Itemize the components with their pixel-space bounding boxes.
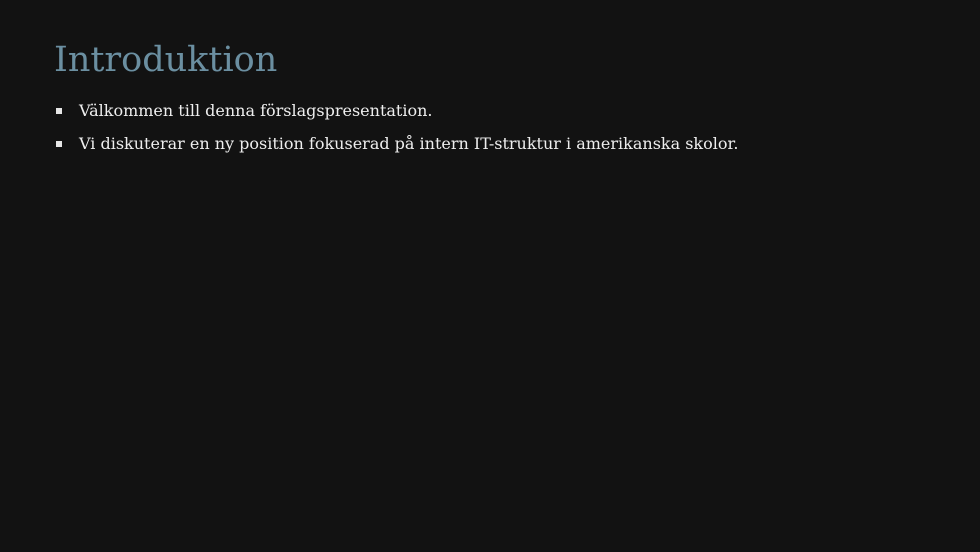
list-item: Vi diskuterar en ny position fokuserad p… <box>56 132 738 165</box>
slide-title: Introduktion <box>54 40 278 80</box>
bullet-text: Vi diskuterar en ny position fokuserad p… <box>79 134 739 153</box>
bullet-list: Välkommen till denna förslagspresentatio… <box>56 99 738 165</box>
square-bullet-icon <box>56 108 62 114</box>
slide: Introduktion Välkommen till denna försla… <box>0 0 980 552</box>
list-item: Välkommen till denna förslagspresentatio… <box>56 99 738 132</box>
square-bullet-icon <box>56 141 62 147</box>
bullet-text: Välkommen till denna förslagspresentatio… <box>79 101 433 120</box>
